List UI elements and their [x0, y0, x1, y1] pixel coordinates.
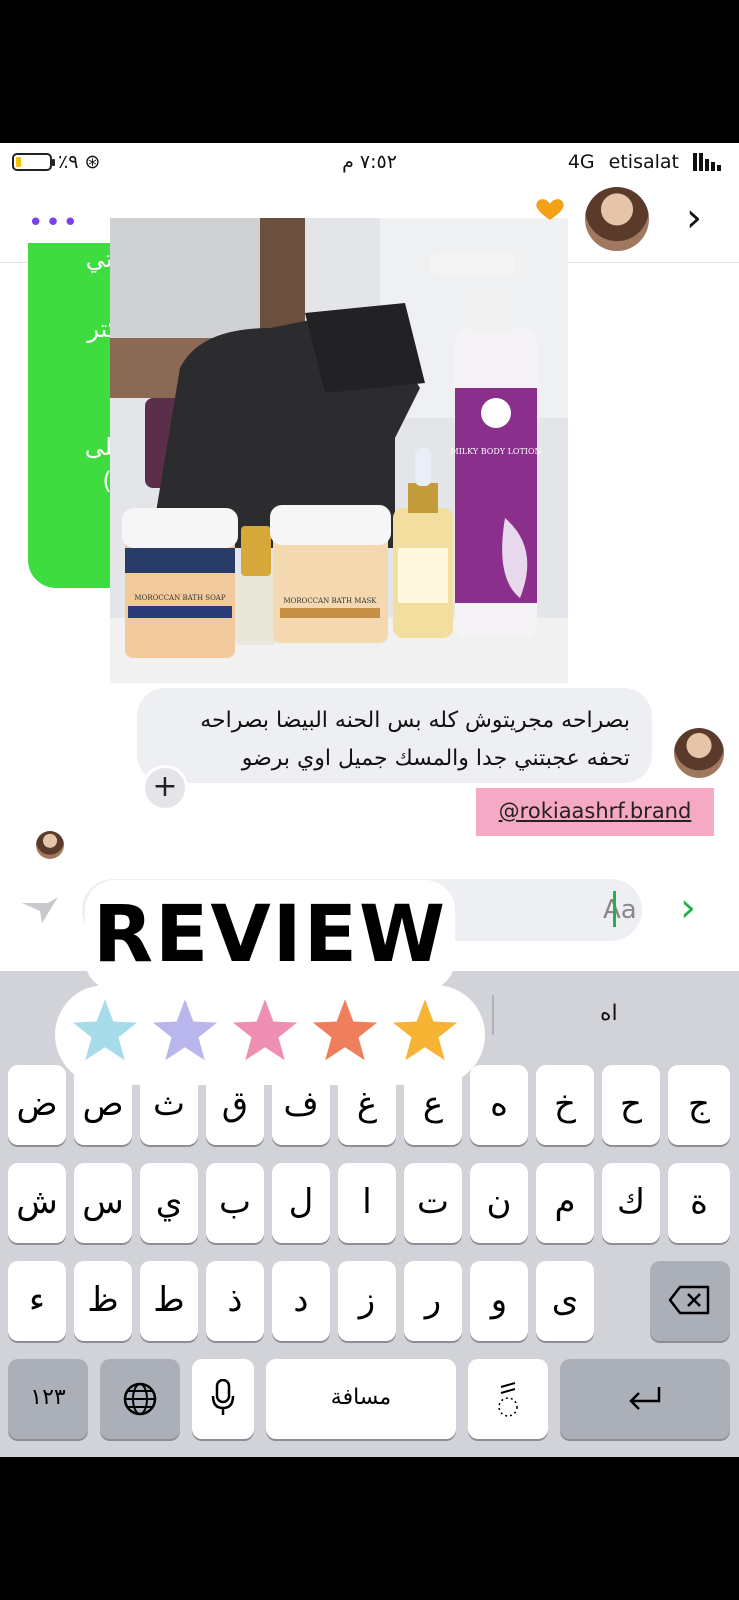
message-input-placeholder: Aa — [603, 895, 637, 925]
diacritics-key[interactable] — [468, 1359, 548, 1439]
product-photo-illustration: MILKY BODY LOTION MOROCCAN BATH SOAP MOR… — [110, 218, 568, 683]
key[interactable]: ظ — [74, 1261, 132, 1341]
space-key[interactable]: مسافة — [266, 1359, 456, 1439]
heart-reaction-icon[interactable] — [532, 198, 568, 222]
status-right: 4G etisalat — [568, 151, 721, 173]
message-text-line-1: بصراحه مجريتوش كله بس الحنه البيضا بصراح… — [200, 708, 630, 733]
key[interactable]: ت — [404, 1163, 462, 1243]
review-sticker: REVIEW — [55, 880, 485, 1090]
product-photo[interactable]: MILKY BODY LOTION MOROCCAN BATH SOAP MOR… — [110, 218, 568, 683]
key[interactable]: ز — [338, 1261, 396, 1341]
dictation-key[interactable] — [192, 1359, 254, 1439]
key[interactable]: ب — [206, 1163, 264, 1243]
carrier-name: etisalat — [608, 151, 679, 173]
suggestion-divider — [492, 995, 494, 1035]
key[interactable]: ر — [404, 1261, 462, 1341]
key[interactable]: ى — [536, 1261, 594, 1341]
key[interactable]: م — [536, 1163, 594, 1243]
globe-icon — [123, 1382, 157, 1416]
soap-label: MOROCCAN BATH SOAP — [134, 594, 225, 602]
key[interactable]: ط — [140, 1261, 198, 1341]
network-type: 4G — [567, 151, 595, 173]
chevron-right-icon[interactable]: › — [686, 195, 702, 241]
sent-message-bubble[interactable]: التي كتر، على (.. — [28, 243, 123, 588]
key[interactable]: د — [272, 1261, 330, 1341]
key[interactable]: س — [74, 1163, 132, 1243]
key[interactable]: ح — [602, 1065, 660, 1145]
key[interactable]: ة — [668, 1163, 730, 1243]
return-icon — [629, 1387, 661, 1410]
key[interactable]: ج — [668, 1065, 730, 1145]
review-sticker-text: REVIEW — [85, 880, 455, 990]
key[interactable]: خ — [536, 1065, 594, 1145]
key[interactable]: ي — [140, 1163, 198, 1243]
star-icon — [144, 990, 226, 1068]
key[interactable]: ا — [338, 1163, 396, 1243]
star-icon — [304, 990, 386, 1068]
key[interactable]: ذ — [206, 1261, 264, 1341]
brand-mention-tag[interactable]: @rokiaashrf.brand — [476, 788, 714, 836]
key[interactable]: ك — [602, 1163, 660, 1243]
backspace-icon — [668, 1285, 710, 1315]
message-text-line-2: تحفه عجبتني جدا والمسك جميل اوي برضو — [241, 746, 630, 771]
mask-label: MOROCCAN BATH MASK — [283, 597, 377, 605]
sender-avatar — [674, 728, 724, 778]
lotion-label: MILKY BODY LOTION — [451, 447, 542, 456]
received-message-bubble[interactable]: بصراحه مجريتوش كله بس الحنه البيضا بصراح… — [137, 688, 652, 783]
numbers-key[interactable]: ١٢٣ — [8, 1359, 88, 1439]
add-reaction-button[interactable]: + — [142, 765, 188, 811]
microphone-icon — [211, 1378, 235, 1415]
seen-avatar — [36, 831, 64, 859]
screen: ٪٩ ⊛ ٧:٥٢ م 4G etisalat ••• › التي كتر، … — [0, 143, 739, 1457]
more-options-icon[interactable]: ••• — [28, 208, 80, 238]
text-cursor — [613, 891, 616, 927]
star-icon — [64, 990, 146, 1068]
delete-key[interactable] — [650, 1261, 730, 1341]
key[interactable]: ن — [470, 1163, 528, 1243]
globe-key[interactable] — [100, 1359, 180, 1439]
signal-icon — [693, 153, 721, 171]
diacritic-icon — [498, 1382, 518, 1417]
key[interactable]: و — [470, 1261, 528, 1341]
star-icon — [384, 990, 466, 1068]
return-key[interactable] — [560, 1359, 730, 1439]
key[interactable]: ء — [8, 1261, 66, 1341]
status-bar: ٪٩ ⊛ ٧:٥٢ م 4G etisalat — [0, 143, 739, 183]
suggestion-word[interactable]: اه — [600, 1001, 618, 1026]
contact-avatar[interactable] — [585, 187, 649, 251]
star-icon — [224, 990, 306, 1068]
stars-row — [64, 990, 466, 1068]
key[interactable]: ش — [8, 1163, 66, 1243]
send-chevron-icon[interactable]: › — [680, 885, 696, 931]
key[interactable]: ل — [272, 1163, 330, 1243]
